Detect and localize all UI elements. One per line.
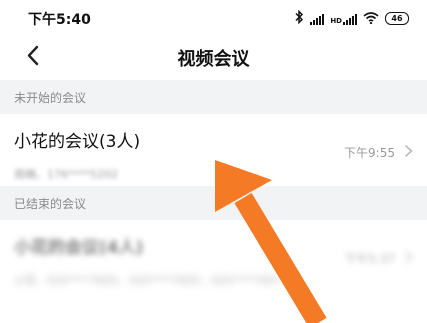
battery-icon: 46 xyxy=(385,12,409,25)
chevron-right-icon xyxy=(403,249,415,265)
meeting-members: 小花、020****7605、020****7605、020****7607 xyxy=(14,274,282,287)
wifi-icon xyxy=(363,9,379,28)
nav-bar: 视频会议 xyxy=(0,34,427,80)
meeting-item-upcoming[interactable]: 小花的会议(3人) 周楠、176****5202 下午9:55 xyxy=(0,114,427,186)
meeting-item-ended[interactable]: 小花的会议(4人) 小花、020****7605、020****7605、020… xyxy=(0,220,427,323)
meeting-time: 下午5:37 xyxy=(344,252,395,266)
meeting-time: 下午9:55 xyxy=(344,146,395,160)
meeting-title: 小花的会议(3人) xyxy=(14,132,141,152)
bluetooth-icon xyxy=(294,9,304,27)
meeting-members: 周楠、176****5202 xyxy=(14,168,118,181)
status-icons: HD 46 xyxy=(294,9,409,28)
section-header-label: 未开始的会议 xyxy=(14,91,87,105)
status-time: 下午5:40 xyxy=(28,12,91,28)
meeting-title: 小花的会议(4人) xyxy=(14,238,144,258)
section-header-label: 已结束的会议 xyxy=(14,197,87,211)
section-header-ended: 已结束的会议 xyxy=(0,186,427,220)
section-header-upcoming: 未开始的会议 xyxy=(0,80,427,114)
status-bar: 下午5:40 HD 46 xyxy=(0,0,427,34)
page-title: 视频会议 xyxy=(177,49,250,70)
hd-signal-icon: HD xyxy=(330,13,357,25)
chevron-right-icon xyxy=(403,143,415,159)
signal-icon xyxy=(310,13,325,25)
